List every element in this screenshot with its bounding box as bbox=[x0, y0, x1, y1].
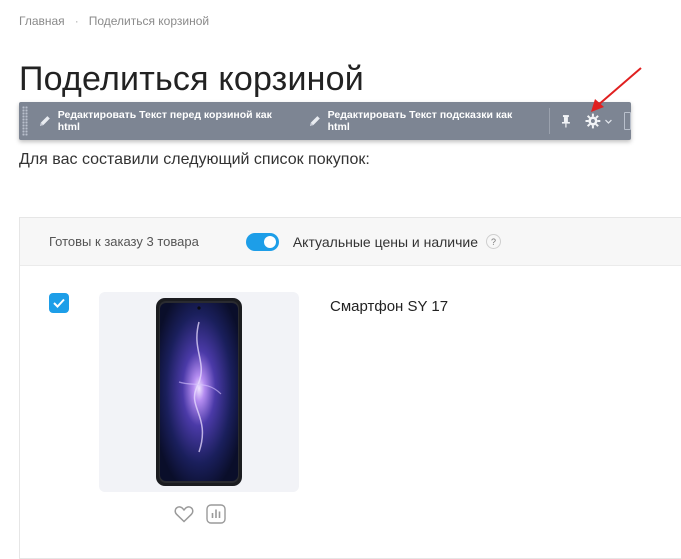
edit-text-before-cart-label: Редактировать Текст перед корзиной как h… bbox=[57, 109, 272, 133]
admin-edit-toolbar: Редактировать Текст перед корзиной как h… bbox=[19, 102, 631, 140]
shared-cart-panel: Готовы к заказу 3 товара Актуальные цены… bbox=[19, 217, 681, 559]
product-name[interactable]: Смартфон SY 17 bbox=[330, 298, 448, 315]
red-annotation-arrow bbox=[591, 67, 642, 112]
breadcrumb-home-link[interactable]: Главная bbox=[19, 14, 65, 28]
pencil-icon bbox=[39, 116, 50, 126]
compare-icon[interactable] bbox=[206, 504, 226, 524]
edit-hint-text-button[interactable]: Редактировать Текст подсказки как html bbox=[308, 102, 535, 140]
page-title: Поделиться корзиной bbox=[19, 60, 364, 98]
pencil-icon bbox=[309, 116, 320, 126]
cart-panel-header: Готовы к заказу 3 товара Актуальные цены… bbox=[20, 218, 681, 266]
heart-icon[interactable] bbox=[174, 505, 194, 523]
toolbar-divider bbox=[548, 108, 550, 134]
checkmark-icon bbox=[53, 298, 65, 308]
ready-to-order-count: Готовы к заказу 3 товара bbox=[49, 234, 199, 249]
help-icon[interactable]: ? bbox=[486, 234, 502, 249]
toolbar-drag-handle[interactable] bbox=[22, 106, 28, 136]
pin-icon[interactable] bbox=[560, 114, 572, 128]
breadcrumb-current: Поделиться корзиной bbox=[88, 14, 210, 28]
product-select-checkbox[interactable] bbox=[49, 293, 69, 313]
breadcrumb: Главная · Поделиться корзиной bbox=[19, 14, 209, 28]
actual-prices-toggle[interactable] bbox=[245, 232, 279, 251]
product-image[interactable] bbox=[99, 292, 299, 492]
toggle-knob bbox=[263, 235, 276, 248]
breadcrumb-separator: · bbox=[74, 14, 79, 28]
cart-list-intro: Для вас составили следующий список покуп… bbox=[19, 151, 370, 168]
chevron-down-icon[interactable] bbox=[605, 119, 612, 124]
smartphone-image bbox=[156, 298, 242, 486]
edit-hint-text-label: Редактировать Текст подсказки как html bbox=[327, 109, 513, 133]
edit-text-before-cart-button[interactable]: Редактировать Текст перед корзиной как h… bbox=[38, 102, 294, 140]
actual-prices-label: Актуальные цены и наличие bbox=[292, 233, 479, 250]
